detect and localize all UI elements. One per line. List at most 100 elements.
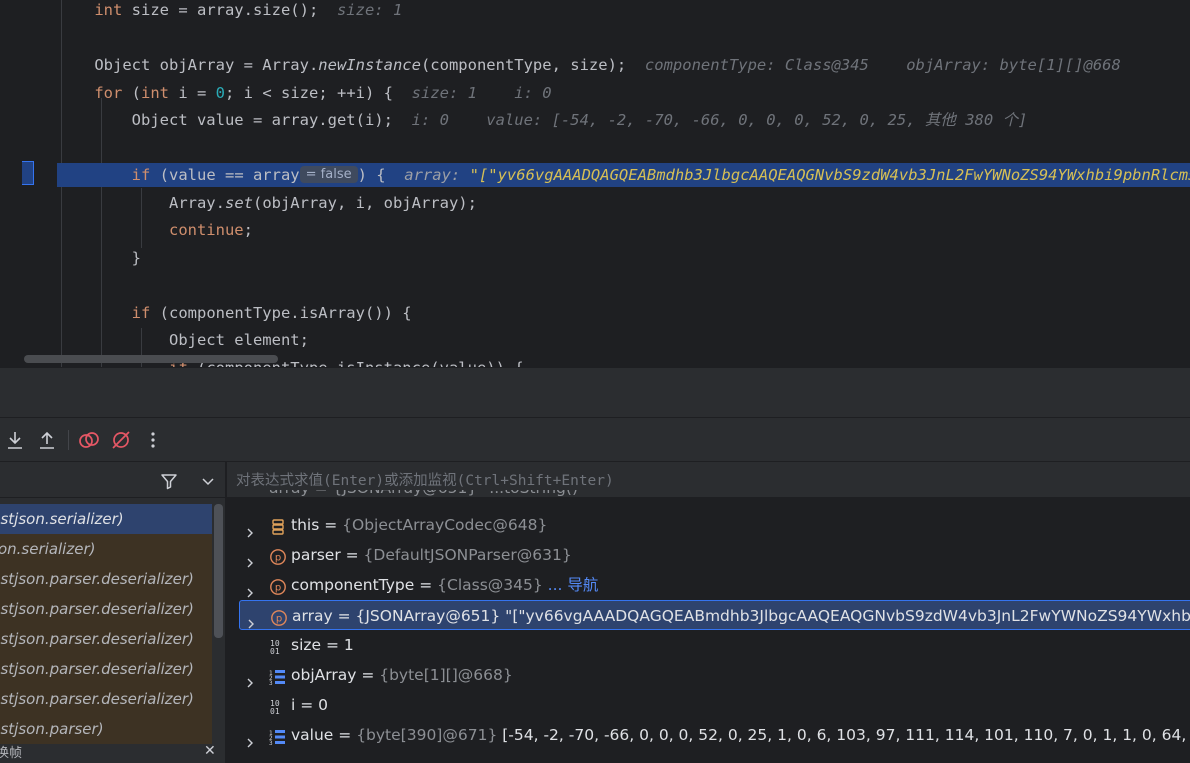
debug-toolbar [0, 417, 1190, 462]
chevron-right-icon[interactable] [244, 549, 256, 568]
code-token: int [141, 83, 169, 102]
variable-text: objArray = {byte[1][]@668} [291, 660, 513, 690]
equals-sign: = [319, 516, 343, 534]
variable-text: componentType = {Class@345} ... 导航 [291, 570, 598, 600]
variable-type: {ObjectArrayCodec@648} [342, 516, 548, 534]
chevron-right-icon[interactable] [244, 729, 256, 748]
svg-text:01: 01 [270, 707, 280, 716]
variable-text: array = {JSONArray@651} "["yv66vgAAADQAG… [292, 601, 1190, 629]
frames-scrollbar[interactable] [214, 504, 223, 638]
view-breakpoints-icon[interactable] [77, 428, 101, 452]
close-icon[interactable]: ✕ [204, 743, 216, 759]
code-token: if [131, 166, 151, 184]
chevron-right-icon[interactable] [244, 519, 256, 538]
code-line[interactable]: int size = array.size(); size: 1 [57, 0, 1190, 22]
more-options-icon[interactable] [141, 428, 165, 452]
variable-row-array[interactable]: p array = {JSONArray@651} "["yv66vgAAADQA… [239, 600, 1190, 630]
frame-item[interactable]: fastjson.parser) [0, 714, 212, 744]
panel-splitter[interactable] [0, 367, 1190, 417]
variable-row-i[interactable]: 10 01 i = 0 [227, 690, 1190, 720]
horizontal-scrollbar[interactable] [24, 355, 278, 363]
variable-value: {JSONArray@651} "["yv66vgAAADQAGQEABmdhb… [355, 607, 1190, 625]
code-line[interactable]: Array.set(objArray, i, objArray); [57, 191, 1190, 215]
frame-item[interactable]: fastjson.parser.deserializer) [0, 684, 212, 714]
chevron-right-icon[interactable] [245, 610, 257, 629]
variable-name: componentType [291, 576, 415, 594]
frames-header [0, 462, 225, 498]
variable-name: array [292, 607, 333, 625]
code-token: Object element; [57, 331, 309, 349]
variable-type: {Class@345} [437, 576, 543, 594]
frame-item[interactable]: fastjson.parser.deserializer) [0, 564, 212, 594]
code-line[interactable]: if (componentType.isArray()) { [57, 301, 1190, 325]
step-out-icon[interactable] [35, 428, 59, 452]
variable-type: {DefaultJSONParser@631} [363, 546, 572, 564]
code-token: (componentType.isArray()) { [150, 303, 412, 322]
code-editor[interactable]: int size = array.size(); size: 1 Object … [0, 0, 1190, 367]
frame-item[interactable]: fastjson.serializer) [0, 504, 212, 534]
filter-icon[interactable] [158, 470, 180, 492]
code-token: 0 [215, 83, 226, 102]
code-line[interactable]: for (int i = 0; i < size; ++i) { size: 1… [57, 81, 1190, 105]
code-line[interactable]: continue; [57, 218, 1190, 242]
code-line[interactable]: Object value = array.get(i); i: 0 value:… [57, 108, 1190, 132]
variable-name: parser [291, 546, 341, 564]
mute-breakpoints-icon[interactable] [109, 428, 133, 452]
chevron-right-icon[interactable] [244, 669, 256, 688]
inline-debug-value: size: 1 i: 0 [411, 83, 552, 102]
equals-sign: = [332, 607, 356, 625]
variable-value: 1 [343, 636, 354, 654]
code-line[interactable] [57, 136, 1190, 160]
svg-text:p: p [276, 614, 282, 625]
param-icon: p [269, 576, 287, 595]
chevron-right-icon[interactable] [244, 579, 256, 598]
code-token: Array. [57, 193, 225, 212]
code-line-current[interactable]: if (value == array = false) { array: "["y… [57, 163, 1190, 187]
primitive-icon: 10 01 [269, 696, 287, 716]
frame-item[interactable]: json.serializer) [0, 534, 212, 564]
inline-debug-value: i: 0 value: [-54, -2, -70, -66, 0, 0, 0,… [411, 111, 1028, 129]
variable-value: 0 [318, 696, 329, 714]
array-icon: 123 [269, 726, 287, 747]
navigate-link[interactable]: ... 导航 [548, 576, 599, 594]
variable-name: value [291, 726, 334, 744]
equals-sign: = [356, 666, 380, 684]
execution-point-marker [22, 161, 34, 185]
variable-row-componentType[interactable]: p componentType = {Class@345} ... 导航 [227, 570, 1190, 600]
evaluate-expression-input[interactable] [236, 470, 1176, 492]
code-line[interactable]: Object objArray = Array.newInstance(comp… [57, 53, 1190, 77]
variable-row-value[interactable]: 1 2 3 value = {byte[390]@671} [-54, -2, -70… [227, 720, 1190, 750]
code-line[interactable] [57, 273, 1190, 297]
variable-name: size [291, 636, 322, 654]
inline-debug-value: componentType: Class@345 objArray: byte[… [644, 56, 1121, 74]
inline-debug-value: size: 1 [336, 1, 403, 19]
equals-sign: = [333, 726, 357, 744]
code-token: if [131, 303, 151, 322]
chevron-down-icon[interactable] [200, 473, 216, 489]
equals-sign: = [414, 576, 438, 594]
switch-frames-label: 换帧 [0, 746, 23, 761]
variable-row-parser[interactable]: p parser = {DefaultJSONParser@631} [227, 540, 1190, 570]
frame-item[interactable]: fastjson.parser.deserializer) [0, 594, 212, 624]
variable-row-objArray[interactable]: 1 2 3 objArray = {byte[1][]@668} [227, 660, 1190, 690]
frame-item[interactable]: fastjson.parser.deserializer) [0, 654, 212, 684]
equals-sign: = [295, 696, 319, 714]
variable-text: size = 1 [291, 630, 354, 660]
equals-sign: = [321, 636, 344, 654]
code-token: newInstance [318, 56, 421, 74]
code-token: } [57, 248, 141, 267]
variable-row-size[interactable]: 10 01 size = 1 [227, 630, 1190, 660]
code-line[interactable] [57, 26, 1190, 50]
code-token: (objArray, i, objArray); [252, 193, 477, 212]
variables-panel: array = {JSONArray@651} "...toString()" t… [227, 462, 1190, 763]
code-line[interactable]: Object element; [57, 328, 1190, 352]
frame-item[interactable]: fastjson.parser.deserializer) [0, 624, 212, 654]
step-into-icon[interactable] [3, 428, 27, 452]
field-icon [269, 516, 287, 535]
frames-footer: 换帧 ✕ [0, 743, 225, 763]
variable-row-this[interactable]: this = {ObjectArrayCodec@648} [227, 510, 1190, 540]
code-line[interactable]: } [57, 246, 1190, 270]
